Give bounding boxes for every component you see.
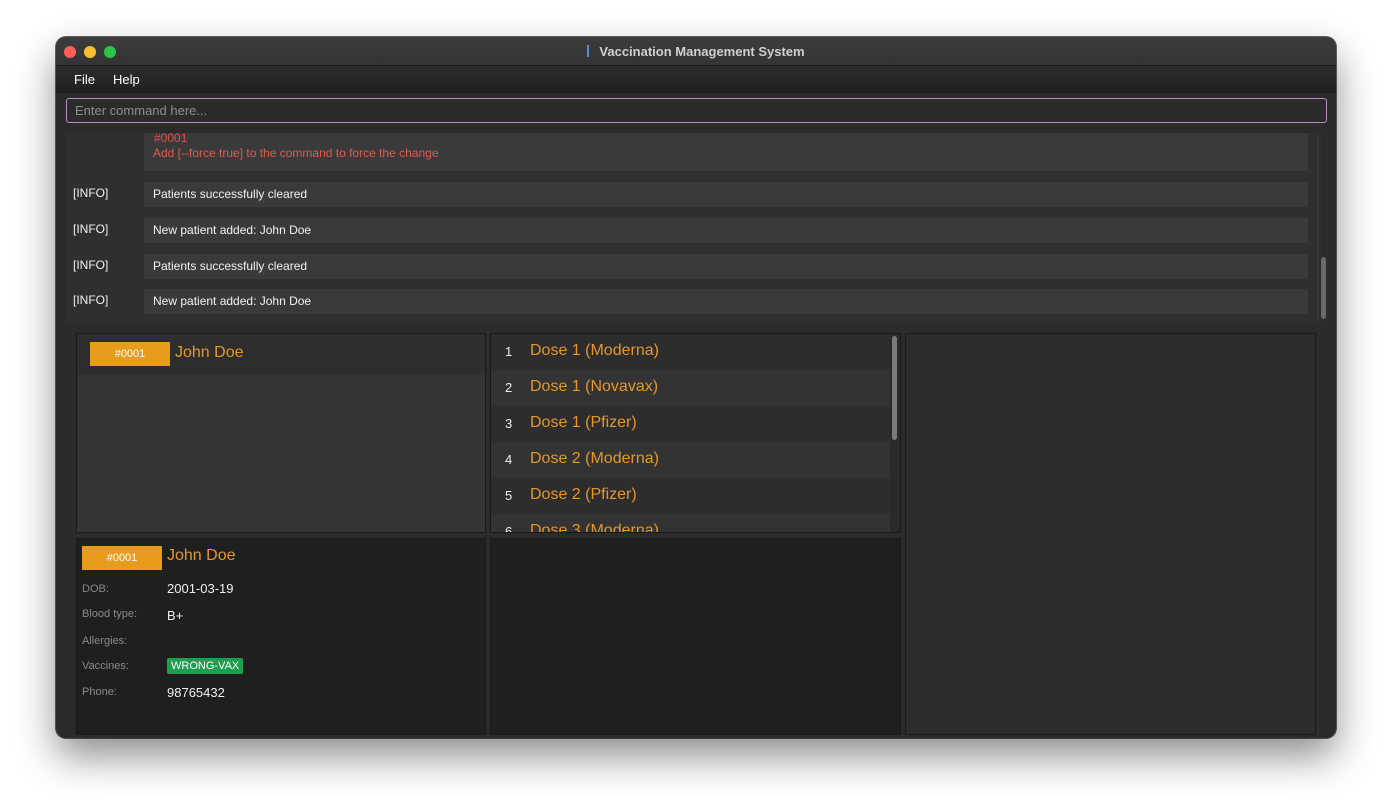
vaccine-detail-panel: [905, 333, 1316, 735]
secondary-detail-panel: [490, 538, 901, 735]
patient-list-panel: #0001 John Doe: [76, 333, 486, 533]
vaccine-index: 4: [505, 452, 513, 467]
title-bar: Vaccination Management System: [56, 37, 1336, 66]
window-title-container: Vaccination Management System: [56, 44, 1336, 59]
vaccine-list-item[interactable]: 2 Dose 1 (Novavax): [491, 370, 891, 406]
vaccine-index: 2: [505, 380, 513, 395]
app-icon: [587, 45, 590, 57]
patient-id-badge: #0001: [90, 342, 170, 366]
log-message-line: #0001: [154, 133, 188, 145]
command-input[interactable]: [66, 98, 1327, 123]
log-entry: [INFO] New patient added: John Doe: [66, 289, 1308, 314]
log-message: Patients successfully cleared: [144, 254, 1308, 279]
blood-type-value: B+: [167, 608, 184, 623]
patient-detail-panel: #0001 John Doe DOB: 2001-03-19 Blood typ…: [76, 538, 486, 735]
menu-file[interactable]: File: [74, 72, 95, 87]
dob-label: DOB:: [82, 583, 109, 595]
log-message: Patients successfully cleared: [144, 182, 1308, 207]
vaccine-list-item[interactable]: 5 Dose 2 (Pfizer): [491, 478, 891, 514]
vaccine-name: Dose 2 (Pfizer): [530, 486, 637, 503]
vaccine-index: 6: [505, 524, 513, 533]
phone-label: Phone:: [82, 686, 117, 698]
log-message: New patient added: John Doe: [144, 218, 1308, 243]
log-scrollbar[interactable]: [1318, 133, 1327, 323]
vaccine-list-item[interactable]: 1 Dose 1 (Moderna): [491, 334, 891, 370]
app-window: Vaccination Management System File Help …: [56, 37, 1336, 738]
blood-type-label: Blood type:: [82, 608, 138, 620]
vaccine-name: Dose 2 (Moderna): [530, 450, 659, 467]
vaccine-list-item[interactable]: 4 Dose 2 (Moderna): [491, 442, 891, 478]
vaccine-index: 1: [505, 344, 513, 359]
vaccine-index: 3: [505, 416, 513, 431]
vaccine-name: Dose 1 (Pfizer): [530, 414, 637, 431]
dob-value: 2001-03-19: [167, 581, 234, 596]
vaccine-list-scrollbar-thumb[interactable]: [892, 336, 897, 440]
log-level: [INFO]: [73, 186, 109, 200]
vaccine-index: 5: [505, 488, 513, 503]
log-entry: [INFO] New patient added: John Doe: [66, 218, 1308, 243]
result-log[interactable]: #0001 Add [--force true] to the command …: [66, 133, 1328, 323]
log-level: [INFO]: [73, 293, 109, 307]
vaccines-label: Vaccines:: [82, 660, 129, 672]
log-entry: [INFO] Patients successfully cleared: [66, 254, 1308, 279]
vaccine-tag: WRONG-VAX: [167, 658, 244, 674]
log-entry-partial: #0001 Add [--force true] to the command …: [144, 133, 1308, 171]
window-title: Vaccination Management System: [599, 44, 805, 59]
log-scrollbar-thumb[interactable]: [1321, 257, 1326, 319]
patient-name: John Doe: [175, 344, 244, 361]
vaccine-list-scrollbar[interactable]: [890, 334, 900, 532]
vaccine-name: Dose 1 (Novavax): [530, 378, 659, 395]
log-message: New patient added: John Doe: [144, 289, 1308, 314]
vaccine-name: Dose 3 (Moderna): [530, 522, 659, 533]
patient-list-item[interactable]: #0001 John Doe: [77, 334, 485, 375]
phone-value: 98765432: [167, 685, 225, 700]
log-level: [INFO]: [73, 222, 109, 236]
menu-bar: File Help: [56, 66, 1336, 93]
allergies-label: Allergies:: [82, 635, 128, 647]
log-level: [INFO]: [73, 258, 109, 272]
detail-patient-name: John Doe: [167, 547, 236, 564]
vaccine-list-item[interactable]: 6 Dose 3 (Moderna): [491, 514, 891, 533]
detail-id-badge: #0001: [82, 546, 162, 570]
vaccine-list-item[interactable]: 3 Dose 1 (Pfizer): [491, 406, 891, 442]
log-entry: [INFO] Patients successfully cleared: [66, 182, 1308, 207]
log-message-line: Add [--force true] to the command to for…: [153, 146, 439, 160]
menu-help[interactable]: Help: [113, 72, 140, 87]
vaccine-name: Dose 1 (Moderna): [530, 342, 659, 359]
vaccine-list-panel: 1 Dose 1 (Moderna) 2 Dose 1 (Novavax) 3 …: [490, 333, 901, 533]
